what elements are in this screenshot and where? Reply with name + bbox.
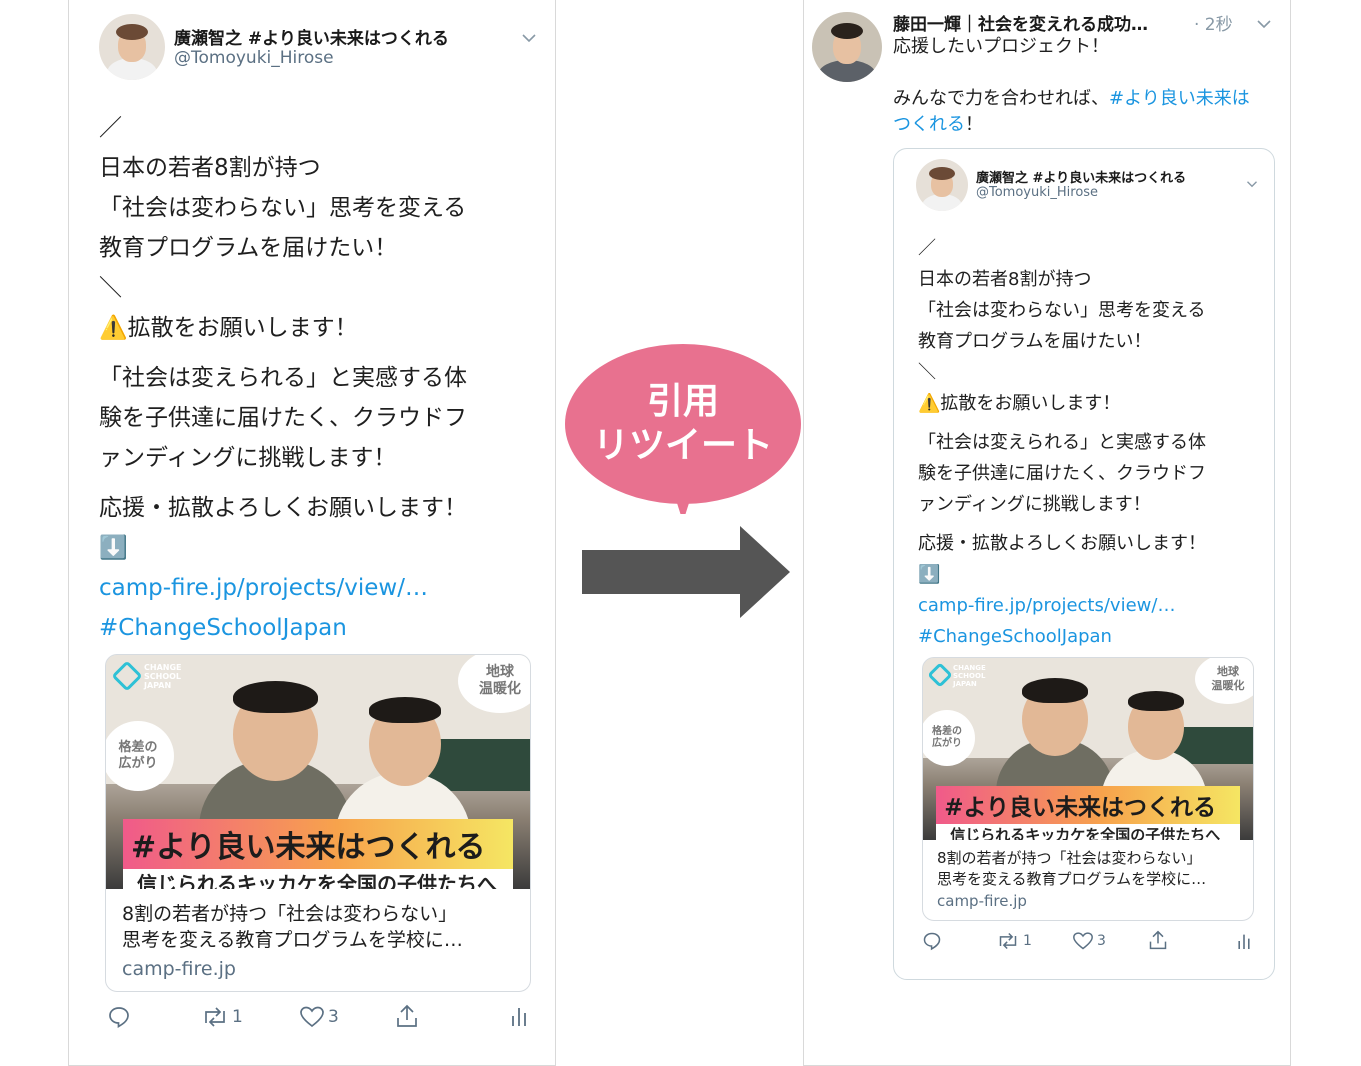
callout-line1: 引用	[646, 381, 719, 422]
chevron-down-icon[interactable]	[1256, 14, 1272, 33]
tweet-paragraph: ／ 日本の若者8割が持つ 「社会は変わらない」思考を変える 教育プログラムを届け…	[99, 115, 467, 341]
author-name[interactable]: 廣瀬智之 #より良い未来はつくれる	[174, 24, 534, 49]
reply-icon	[923, 932, 941, 951]
share-button[interactable]	[395, 1003, 419, 1029]
analytics-button[interactable]	[1236, 931, 1252, 951]
project-link[interactable]: camp-fire.jp/projects/view/…	[99, 568, 539, 608]
quoted-author-name[interactable]: 廣瀬智之 #より良い未来はつくれる	[976, 167, 1236, 186]
quoted-tweet[interactable]: 廣瀬智之 #より良い未来はつくれる @Tomoyuki_Hirose ／ 日本の…	[893, 148, 1275, 980]
hashtag-link[interactable]: #ChangeSchoolJapan	[918, 621, 1268, 652]
chevron-down-icon[interactable]	[521, 28, 537, 47]
tweet-body: ／ 日本の若者8割が持つ 「社会は変わらない」思考を変える 教育プログラムを届け…	[99, 108, 539, 648]
card-strip: 信じられるキッカケを全国の子供たちへ	[936, 824, 1240, 840]
right-arrow-icon	[582, 526, 790, 618]
retweet-button[interactable]: 1	[201, 1005, 243, 1029]
tweet-timestamp[interactable]: · 2秒	[1194, 10, 1233, 35]
avatar[interactable]	[99, 14, 165, 80]
card-title[interactable]: 8割の若者が持つ「社会は変わらない」 思考を変える教育プログラムを学校に…	[937, 848, 1239, 890]
card-logo-text: CHANGE SCHOOL JAPAN	[144, 663, 182, 691]
quote-line-2: みんなで力を合わせれば、#より良い未来は つくれる！	[893, 88, 1250, 135]
callout-line2: リツイート	[592, 425, 773, 466]
share-button[interactable]	[1148, 929, 1168, 951]
link-card[interactable]: CHANGE SCHOOL JAPAN 地球 温暖化 格差の 広がり #より良い…	[105, 654, 531, 992]
share-icon	[1149, 930, 1167, 950]
analytics-button[interactable]	[509, 1004, 529, 1028]
quoted-paragraph: ／ 日本の若者8割が持つ 「社会は変わらない」思考を変える 教育プログラムを届け…	[918, 238, 1206, 414]
reply-button[interactable]	[922, 931, 942, 951]
author-name[interactable]: 藤田一輝｜社会を変えれる成功…	[893, 10, 1183, 35]
avatar[interactable]	[916, 159, 968, 211]
like-count: 3	[1097, 933, 1106, 949]
tweet-paragraph: 「社会は変えられる」と実感する体 験を子供達に届けたく、クラウドフ ァンディング…	[99, 365, 467, 471]
quote-tweet-panel: 藤田一輝｜社会を変えれる成功… · 2秒 応援したいプロジェクト！ みんなで力を…	[803, 0, 1291, 1066]
retweet-count: 1	[1023, 933, 1032, 949]
quote-line: 応援したいプロジェクト！	[893, 36, 1109, 57]
card-logo-text: CHANGE SCHOOL JAPAN	[953, 664, 986, 689]
heart-icon	[300, 1006, 324, 1028]
original-tweet-panel: 廣瀬智之 #より良い未来はつくれる @Tomoyuki_Hirose ／ 日本の…	[68, 0, 556, 1066]
analytics-icon	[1238, 934, 1250, 949]
author-handle[interactable]: @Tomoyuki_Hirose	[174, 48, 334, 68]
reply-button[interactable]	[107, 1005, 131, 1029]
analytics-icon	[512, 1008, 526, 1026]
retweet-count: 1	[232, 1007, 243, 1027]
retweet-icon	[205, 1007, 225, 1027]
card-domain[interactable]: camp-fire.jp	[937, 890, 1239, 912]
card-banner: #より良い未来はつくれる	[122, 819, 514, 869]
quoted-paragraph: 「社会は変えられる」と実感する体 験を子供達に届けたく、クラウドフ ァンディング…	[918, 432, 1206, 515]
link-card[interactable]: CHANGE SCHOOL JAPAN 地球 温暖化 格差の 広がり #より良い…	[922, 657, 1254, 921]
chevron-down-icon[interactable]	[1246, 173, 1258, 192]
quoted-body: ／ 日本の若者8割が持つ 「社会は変わらない」思考を変える 教育プログラムを届け…	[918, 233, 1268, 652]
card-domain[interactable]: camp-fire.jp	[122, 955, 514, 983]
card-image[interactable]: CHANGE SCHOOL JAPAN 地球 温暖化 格差の 広がり #より良い…	[106, 655, 530, 889]
card-strip: 信じられるキッカケを全国の子供たちへ	[122, 869, 514, 889]
like-button[interactable]: 3	[1072, 931, 1106, 951]
card-title[interactable]: 8割の若者が持つ「社会は変わらない」 思考を変える教育プログラムを学校に…	[122, 901, 514, 953]
project-link[interactable]: camp-fire.jp/projects/view/…	[918, 590, 1268, 621]
quoted-author-handle[interactable]: @Tomoyuki_Hirose	[976, 185, 1098, 200]
share-icon	[397, 1004, 417, 1027]
avatar[interactable]	[812, 12, 882, 82]
retweet-button[interactable]: 1	[996, 931, 1032, 951]
like-button[interactable]: 3	[299, 1005, 339, 1029]
card-image[interactable]: CHANGE SCHOOL JAPAN 地球 温暖化 格差の 広がり #より良い…	[923, 658, 1253, 840]
like-count: 3	[328, 1007, 339, 1027]
retweet-icon	[999, 932, 1017, 950]
hashtag-link[interactable]: #ChangeSchoolJapan	[99, 608, 539, 648]
card-banner: #より良い未来はつくれる	[936, 786, 1240, 824]
quote-body: 応援したいプロジェクト！ みんなで力を合わせれば、#より良い未来は つくれる！	[893, 34, 1273, 138]
quoted-paragraph: 応援・拡散よろしくお願いします！ ⬇️	[918, 533, 1206, 585]
tweet-paragraph: 応援・拡散よろしくお願いします！ ⬇️	[99, 495, 467, 561]
heart-icon	[1073, 932, 1093, 950]
reply-icon	[109, 1007, 129, 1028]
